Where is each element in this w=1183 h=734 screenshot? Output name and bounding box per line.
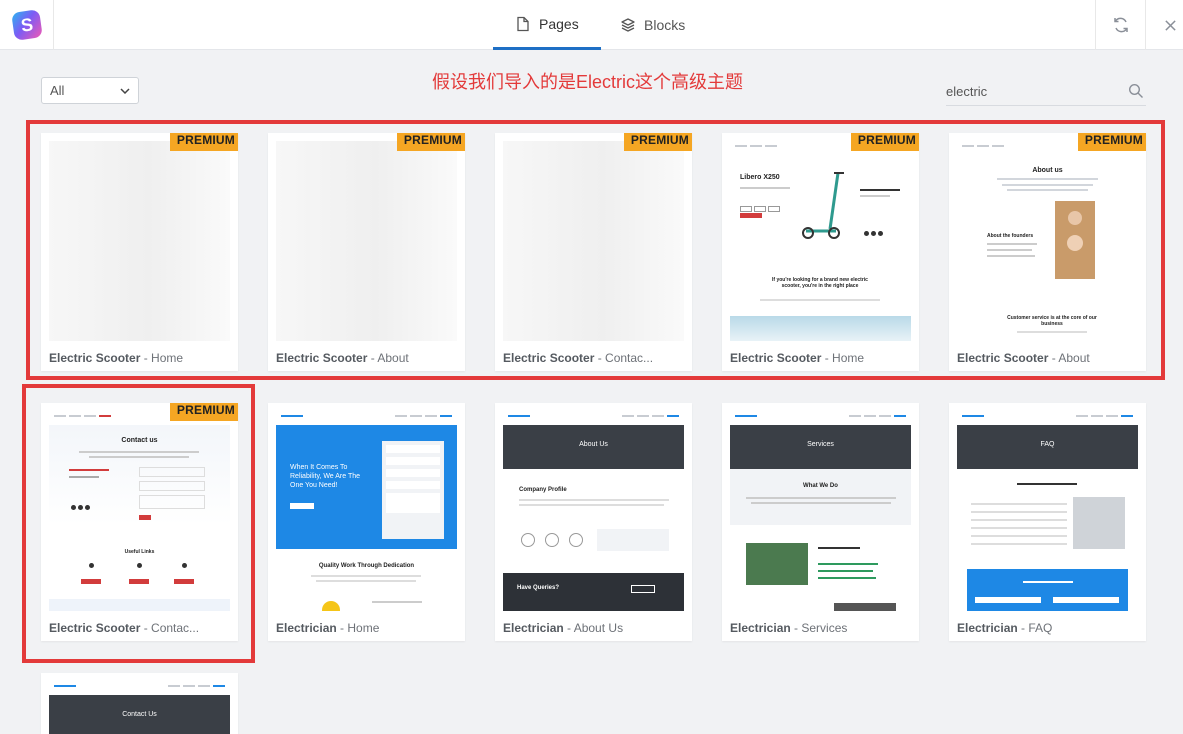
template-page-name: - Services [790,621,848,635]
template-caption: Electric Scooter - About [276,351,409,365]
template-kit-name: Electrician [957,621,1018,635]
template-kit-name: Electric Scooter [957,351,1049,365]
thumb-subtitle: Useful Links [124,549,155,555]
founders-photo [1055,201,1095,279]
template-card[interactable]: PREMIUM Electric Scooter - Contac... [495,133,692,371]
template-card[interactable]: Contact us Useful Links PREMIUM Electric… [41,403,238,641]
template-page-name: - Contac... [594,351,654,365]
template-thumbnail: FAQ [957,411,1138,611]
template-thumbnail [503,141,684,341]
premium-badge: PREMIUM [623,133,692,151]
tab-pages[interactable]: Pages [493,0,601,50]
template-caption: Electric Scooter - Home [730,351,864,365]
template-card[interactable]: About Us Company Profile Have Queries? E… [495,403,692,641]
thumb-title: FAQ [957,425,1138,469]
thumb-text: Have Queries? [517,585,560,591]
logo-icon: S [10,9,43,41]
template-kit-name: Electric Scooter [276,351,368,365]
template-card[interactable]: When It Comes To Reliability, We Are The… [268,403,465,641]
template-card[interactable]: About us About the founders Customer ser… [949,133,1146,371]
thumb-subtitle: What We Do [803,483,838,489]
template-card[interactable]: FAQ Electrician - FAQ [949,403,1146,641]
template-thumbnail [276,141,457,341]
thumb-title: About us [1032,167,1063,174]
refresh-icon [1113,17,1128,33]
close-icon [1165,19,1176,31]
template-kit-name: Electrician [276,621,337,635]
template-caption: Electric Scooter - Home [49,351,183,365]
thumb-title: When It Comes To Reliability, We Are The… [290,464,361,489]
premium-badge: PREMIUM [169,403,238,421]
premium-badge: PREMIUM [396,133,465,151]
template-page-name: - About [1048,351,1090,365]
template-thumbnail: About Us Company Profile Have Queries? [503,411,684,611]
template-card[interactable]: PREMIUM Electric Scooter - Home [41,133,238,371]
thumb-heading: If you're looking for a brand new electr… [772,277,868,289]
template-caption: Electrician - About Us [503,621,623,635]
thumb-title: Contact us [121,437,158,444]
template-card[interactable]: Services What We Do Electrician - Servic… [722,403,919,641]
template-kit-name: Electric Scooter [49,351,141,365]
template-page-name: - About [367,351,409,365]
template-kit-name: Electrician [730,621,791,635]
tab-blocks[interactable]: Blocks [620,0,710,50]
premium-badge: PREMIUM [169,133,238,151]
template-kit-name: Electric Scooter [730,351,822,365]
template-page-name: - Home [336,621,380,635]
template-page-name: - Home [821,351,865,365]
template-caption: Electrician - Services [730,621,847,635]
template-thumbnail: About us About the founders Customer ser… [957,141,1138,341]
thumb-subtitle: Quality Work Through Dedication [318,563,415,569]
template-card[interactable]: Libero X250 If you're looking for a bran… [722,133,919,371]
thumb-title: Services [730,425,911,469]
template-thumbnail: Contact us Useful Links [49,411,230,611]
thumb-subtitle: About the founders [987,233,1034,239]
annotation-text: 假设我们导入的是Electric这个高级主题 [432,72,744,92]
thumb-title: Libero X250 [740,174,780,181]
template-page-name: - About Us [563,621,624,635]
template-page-name: - Home [140,351,184,365]
thumb-title: About Us [503,425,684,469]
template-page-name: - Contac... [140,621,200,635]
template-caption: Electric Scooter - Contac... [503,351,653,365]
template-thumbnail: Services What We Do [730,411,911,611]
template-thumbnail: Libero X250 If you're looking for a bran… [730,141,911,341]
thumb-subtitle: Company Profile [519,487,567,493]
close-button[interactable] [1145,0,1183,50]
page-icon [517,16,529,31]
search-input[interactable] [946,78,1116,104]
filter-select[interactable]: All [41,77,139,104]
top-bar: S Pages Blocks [0,0,1183,50]
template-caption: Electric Scooter - Contac... [49,621,199,635]
template-card[interactable]: PREMIUM Electric Scooter - About [268,133,465,371]
app-logo: S [0,0,54,50]
tab-blocks-label: Blocks [644,17,686,33]
scooter-image [802,172,844,239]
premium-badge: PREMIUM [850,133,919,151]
template-card[interactable]: Contact Us [41,673,238,734]
template-thumbnail [49,141,230,341]
template-thumbnail: When It Comes To Reliability, We Are The… [276,411,457,611]
thumb-heading: Customer service is at the core of our b… [1007,315,1097,327]
tab-pages-label: Pages [539,15,579,32]
template-kit-name: Electrician [503,621,564,635]
layers-icon [621,18,635,32]
template-thumbnail: Contact Us [49,681,230,734]
search-box [946,78,1146,106]
search-icon[interactable] [1128,83,1144,99]
template-caption: Electrician - FAQ [957,621,1052,635]
template-kit-name: Electric Scooter [49,621,141,635]
chevron-down-icon [120,87,130,94]
template-kit-name: Electric Scooter [503,351,595,365]
refresh-button[interactable] [1095,0,1145,50]
filter-select-value: All [50,83,65,98]
template-page-name: - FAQ [1017,621,1053,635]
template-caption: Electrician - Home [276,621,379,635]
thumb-title: Contact Us [49,695,230,734]
premium-badge: PREMIUM [1077,133,1146,151]
template-caption: Electric Scooter - About [957,351,1090,365]
